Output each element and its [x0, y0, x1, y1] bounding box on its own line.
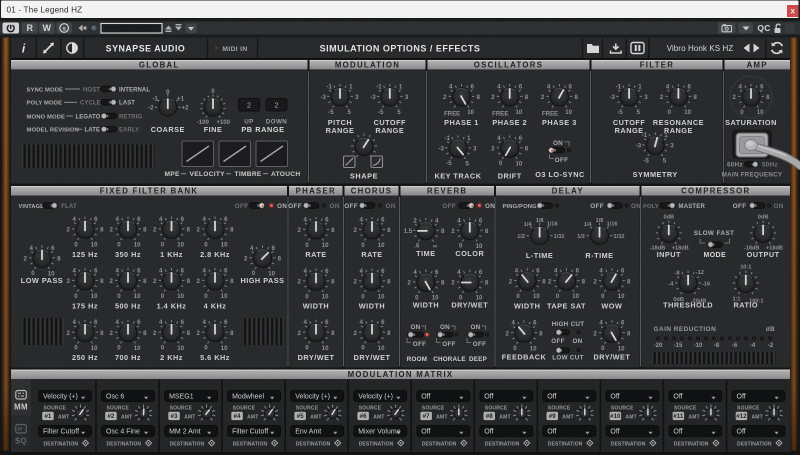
svg-text:01 - The Legend HZ: 01 - The Legend HZ [7, 6, 83, 15]
svg-text:QC: QC [757, 23, 770, 33]
svg-text:R: R [26, 23, 33, 33]
svg-text:SIMULATION OPTIONS / EFFECTS: SIMULATION OPTIONS / EFFECTS [320, 43, 481, 53]
svg-text:MIDI IN: MIDI IN [222, 46, 247, 53]
svg-text:x: x [790, 7, 795, 16]
svg-text:Vibro Honk KS HZ: Vibro Honk KS HZ [667, 44, 734, 53]
svg-text:s: s [62, 26, 66, 33]
svg-text:SYNAPSE AUDIO: SYNAPSE AUDIO [106, 43, 186, 53]
svg-text:W: W [42, 23, 51, 33]
